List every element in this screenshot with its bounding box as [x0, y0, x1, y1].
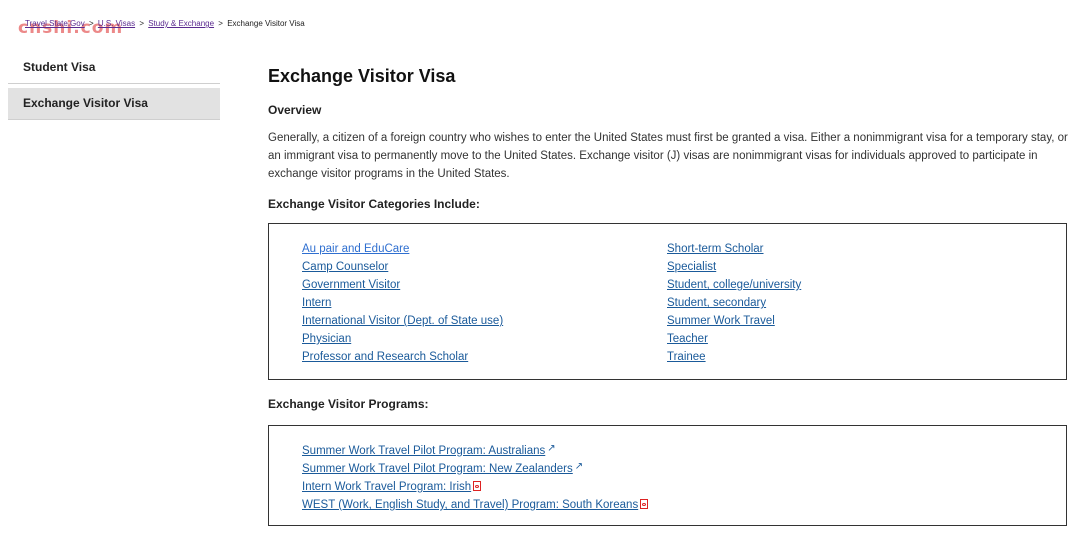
pdf-icon [473, 481, 482, 491]
category-link[interactable]: Summer Work Travel [667, 312, 801, 330]
pdf-icon [640, 499, 649, 509]
category-link[interactable]: Trainee [667, 348, 801, 366]
programs-box: Summer Work Travel Pilot Program: Austra… [268, 425, 1067, 526]
external-link-icon: ↗ [574, 461, 584, 472]
external-link-icon: ↗ [547, 443, 556, 454]
category-link[interactable]: Professor and Research Scholar [302, 348, 503, 366]
category-link[interactable]: Physician [302, 330, 503, 348]
sidebar-item-student-visa[interactable]: Student Visa [8, 52, 220, 84]
sidebar-item-exchange-visitor-visa[interactable]: Exchange Visitor Visa [8, 88, 220, 120]
category-link[interactable]: Student, secondary [667, 294, 801, 312]
breadcrumb: Travel.State.Gov > U.S. Visas > Study & … [25, 19, 305, 28]
programs-heading: Exchange Visitor Programs: [268, 397, 429, 411]
program-link-new-zealanders[interactable]: Summer Work Travel Pilot Program: New Ze… [302, 460, 1066, 478]
page-title: Exchange Visitor Visa [268, 66, 456, 86]
program-link-irish[interactable]: Intern Work Travel Program: Irish [302, 478, 1066, 496]
categories-heading: Exchange Visitor Categories Include: [268, 197, 480, 211]
category-link[interactable]: Au pair and EduCare [302, 240, 503, 258]
breadcrumb-separator: > [218, 19, 223, 28]
categories-right-column: Short-term Scholar Specialist Student, c… [667, 240, 801, 366]
category-link[interactable]: Government Visitor [302, 276, 503, 294]
breadcrumb-link-us-visas[interactable]: U.S. Visas [98, 19, 135, 28]
category-link[interactable]: Student, college/university [667, 276, 801, 294]
program-label: WEST (Work, English Study, and Travel) P… [302, 499, 639, 511]
category-link[interactable]: Camp Counselor [302, 258, 503, 276]
program-label: Summer Work Travel Pilot Program: New Ze… [302, 463, 573, 475]
breadcrumb-link-travel-state-gov[interactable]: Travel.State.Gov [25, 19, 85, 28]
program-link-south-koreans[interactable]: WEST (Work, English Study, and Travel) P… [302, 496, 1066, 514]
program-label: Intern Work Travel Program: Irish [302, 481, 472, 493]
categories-left-column: Au pair and EduCare Camp Counselor Gover… [302, 240, 503, 366]
breadcrumb-separator: > [139, 19, 144, 28]
program-link-australians[interactable]: Summer Work Travel Pilot Program: Austra… [302, 442, 1066, 460]
sidebar-nav: Student Visa Exchange Visitor Visa [8, 52, 220, 120]
main-content: Exchange Visitor Visa Overview Generally… [268, 66, 1068, 526]
overview-heading: Overview [268, 103, 322, 117]
category-link[interactable]: Short-term Scholar [667, 240, 801, 258]
categories-box: Au pair and EduCare Camp Counselor Gover… [268, 223, 1067, 380]
category-link[interactable]: Teacher [667, 330, 801, 348]
category-link[interactable]: Specialist [667, 258, 801, 276]
category-link[interactable]: International Visitor (Dept. of State us… [302, 312, 503, 330]
overview-text: Generally, a citizen of a foreign countr… [268, 132, 1068, 180]
category-link[interactable]: Intern [302, 294, 503, 312]
breadcrumb-link-study-exchange[interactable]: Study & Exchange [148, 19, 214, 28]
breadcrumb-separator: > [88, 19, 94, 28]
breadcrumb-current: Exchange Visitor Visa [227, 19, 305, 28]
program-label: Summer Work Travel Pilot Program: Austra… [302, 445, 546, 457]
